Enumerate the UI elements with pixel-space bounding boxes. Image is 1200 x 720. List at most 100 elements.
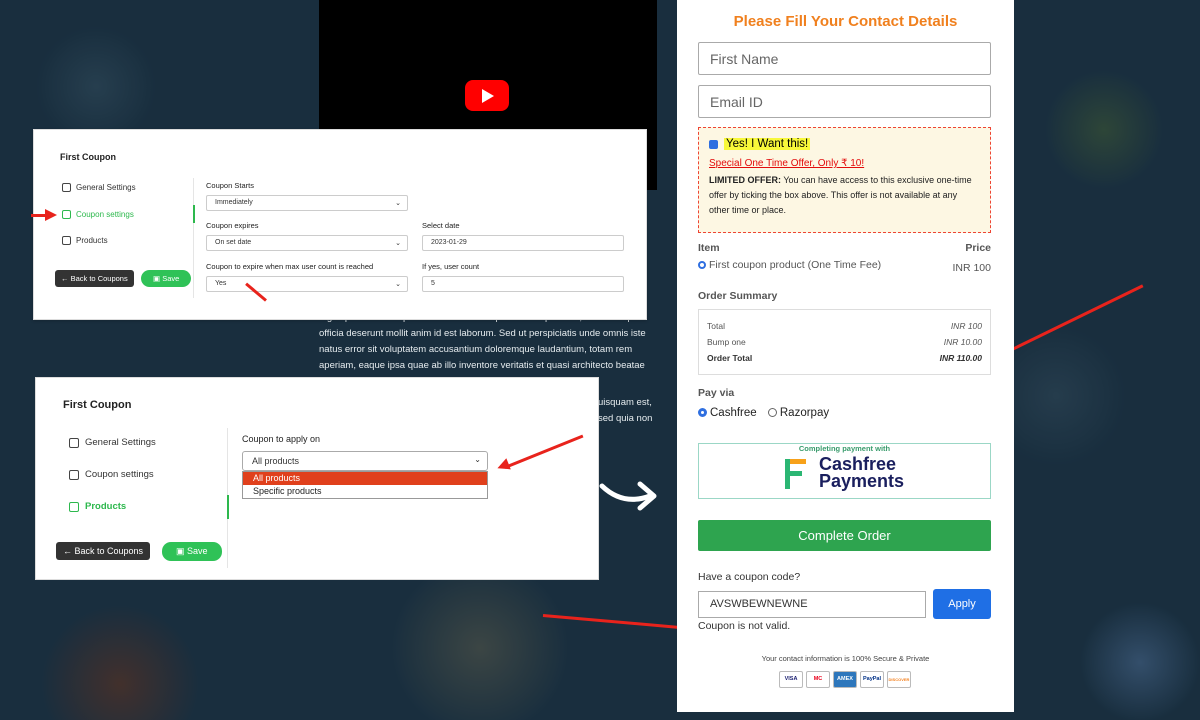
cashfree-brand: Cashfree Payments xyxy=(819,455,905,491)
body-text-side: uisquam est, sed quia non xyxy=(598,395,658,427)
input-value: AVSWBEWNEWNE xyxy=(710,598,808,610)
box-icon xyxy=(62,236,71,245)
arrow-left-icon: ← xyxy=(63,546,72,556)
payment-option-label: Cashfree xyxy=(710,407,757,419)
first-name-field[interactable]: First Name xyxy=(698,42,991,75)
chevron-down-icon: ⌄ xyxy=(474,455,481,464)
summary-row: Order Total INR 110.00 xyxy=(707,350,982,366)
visa-icon: VISA xyxy=(779,671,803,688)
cashfree-brand-line: Payments xyxy=(819,471,905,491)
chevron-down-icon: ⌄ xyxy=(395,281,401,288)
cashfree-logo-icon xyxy=(785,459,806,489)
order-summary: Total INR 100 Bump one INR 10.00 Order T… xyxy=(698,309,991,375)
gear-icon xyxy=(62,183,71,192)
coupon-settings-card: First Coupon General Settings Coupon set… xyxy=(33,129,647,320)
summary-row: Total INR 100 xyxy=(707,318,982,334)
payment-options: Cashfree Razorpay xyxy=(698,407,829,419)
max-user-select[interactable]: Yes ⌄ xyxy=(206,276,408,292)
coupon-products-card: First Coupon General Settings Coupon set… xyxy=(35,377,599,580)
button-label: Back to Coupons xyxy=(70,274,128,283)
apply-on-dropdown: All products Specific products xyxy=(242,471,488,499)
active-indicator xyxy=(227,495,229,519)
cashfree-radio[interactable] xyxy=(698,408,707,418)
nav-label: General Settings xyxy=(85,437,156,448)
button-label: Back to Coupons xyxy=(74,546,144,556)
item-price: INR 100 xyxy=(952,262,991,274)
form-title: Please Fill Your Contact Details xyxy=(733,13,958,30)
order-bump-box: Yes! I Want this! Special One Time Offer… xyxy=(698,127,991,233)
nav-products[interactable]: Products xyxy=(62,236,108,245)
body-text-line: aperiam, eaque ipsa quae ab illo invento… xyxy=(319,360,645,371)
email-field[interactable]: Email ID xyxy=(698,85,991,118)
dropdown-option[interactable]: Specific products xyxy=(243,485,487,498)
nav-general-settings[interactable]: General Settings xyxy=(69,437,156,448)
divider xyxy=(193,178,194,298)
curved-arrow-icon xyxy=(599,481,657,511)
coupon-question: Have a coupon code? xyxy=(698,571,801,583)
summary-value: INR 10.00 xyxy=(943,337,982,347)
apply-button[interactable]: Apply xyxy=(933,589,991,619)
nav-general-settings[interactable]: General Settings xyxy=(62,183,136,192)
nav-coupon-settings[interactable]: Coupon settings xyxy=(69,469,154,480)
button-label: Save xyxy=(187,546,208,556)
offer-limited: LIMITED OFFER: xyxy=(709,175,781,185)
offer-yes-label: Yes! I Want this! xyxy=(724,138,811,150)
cashfree-box: Completing payment with Cashfree Payment… xyxy=(698,443,991,499)
nav-label: General Settings xyxy=(76,183,136,192)
item-radio[interactable] xyxy=(698,261,706,270)
nav-products[interactable]: Products xyxy=(69,501,126,512)
save-icon: ▣ xyxy=(153,274,161,283)
offer-checkbox[interactable] xyxy=(709,140,718,150)
select-value: All products xyxy=(252,456,300,466)
coupon-expires-select[interactable]: On set date ⌄ xyxy=(206,235,408,251)
save-button[interactable]: ▣ Save xyxy=(162,542,222,561)
chevron-down-icon: ⌄ xyxy=(395,200,401,207)
amex-icon: AMEX xyxy=(833,671,857,688)
offer-special: Special One Time Offer, Only ₹ 10! xyxy=(709,158,865,169)
save-button[interactable]: ▣ Save xyxy=(141,270,192,287)
nav-label: Products xyxy=(76,236,108,245)
payment-option-label: Razorpay xyxy=(779,407,830,419)
summary-row: Bump one INR 10.00 xyxy=(707,334,982,350)
youtube-play-icon[interactable] xyxy=(465,80,509,111)
input-value: 2023-01-29 xyxy=(431,239,467,246)
back-to-coupons-button[interactable]: ← Back to Coupons xyxy=(55,270,134,287)
save-icon: ▣ xyxy=(176,546,185,556)
complete-order-button[interactable]: Complete Order xyxy=(698,520,991,551)
gear-icon xyxy=(69,437,79,448)
button-label: Save xyxy=(162,274,180,283)
nav-label: Coupon settings xyxy=(76,210,134,219)
user-count-label: If yes, user count xyxy=(422,262,480,271)
checkout-form: Please Fill Your Contact Details First N… xyxy=(677,0,1014,712)
coupon-input[interactable]: AVSWBEWNEWNE xyxy=(698,591,926,618)
summary-label: Bump one xyxy=(707,337,746,347)
box-icon xyxy=(69,501,79,512)
summary-label: Order Total xyxy=(707,353,753,363)
nav-coupon-settings[interactable]: Coupon settings xyxy=(62,210,134,219)
dropdown-option[interactable]: All products xyxy=(243,472,487,485)
summary-label: Total xyxy=(707,321,725,331)
paypal-icon: PayPal xyxy=(860,671,884,688)
coupon-starts-select[interactable]: Immediately ⌄ xyxy=(206,195,408,211)
coupon-error: Coupon is not valid. xyxy=(698,620,791,632)
nav-label: Products xyxy=(85,501,127,512)
chevron-down-icon: ⌄ xyxy=(395,240,401,247)
body-text-line: officia deserunt mollit anim id est labo… xyxy=(319,328,646,339)
razorpay-radio[interactable] xyxy=(767,408,777,418)
cashfree-caption: Completing payment with xyxy=(794,444,895,453)
order-summary-title: Order Summary xyxy=(698,290,778,302)
coupon-starts-label: Coupon Starts xyxy=(206,181,254,190)
item-row: First coupon product (One Time Fee) INR … xyxy=(698,259,991,274)
mastercard-icon: MC xyxy=(806,671,830,688)
body-text-line: sed quia non xyxy=(598,413,653,424)
body-text-line: uisquam est, xyxy=(598,397,652,408)
item-header-label: Item xyxy=(698,242,720,254)
item-header: Item Price xyxy=(698,242,991,254)
apply-on-select[interactable]: All products ⌄ xyxy=(242,451,488,471)
back-to-coupons-button[interactable]: ← Back to Coupons xyxy=(56,542,151,560)
user-count-input[interactable]: 5 xyxy=(422,276,624,292)
select-value: Yes xyxy=(215,280,227,287)
body-text-line: natus error sit voluptatem accusantium d… xyxy=(319,344,633,355)
select-date-input[interactable]: 2023-01-29 xyxy=(422,235,624,251)
input-placeholder: First Name xyxy=(710,51,779,67)
